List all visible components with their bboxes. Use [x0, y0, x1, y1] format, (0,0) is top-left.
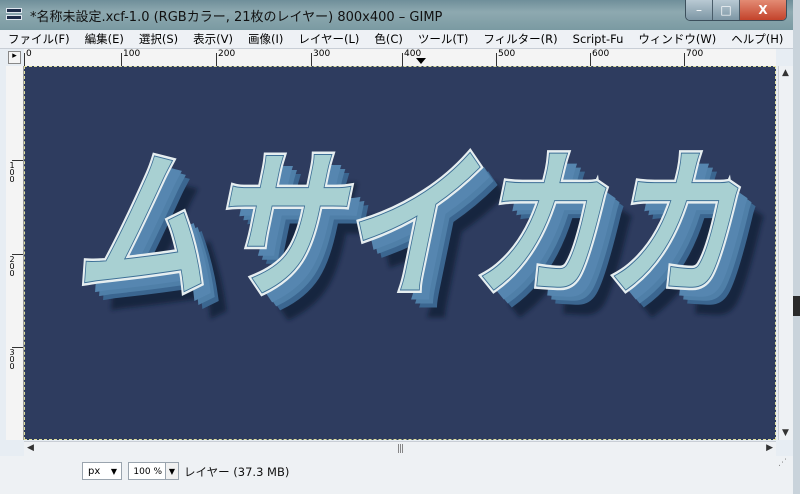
menu-windows[interactable]: ウィンドウ(W) [630, 31, 723, 47]
menu-colors[interactable]: 色(C) [366, 31, 410, 47]
menu-select[interactable]: 選択(S) [131, 31, 185, 47]
quick-mask-toggle[interactable]: ▸ [8, 51, 21, 64]
unit-value: px [88, 466, 101, 477]
ruler-tick [402, 53, 403, 66]
ruler-label: 200 [218, 49, 236, 59]
canvas-artwork: ムサイカカ ムサイカカ ムサイカカ ムサイカカ ムサイカカ ムサイカカ [72, 130, 757, 339]
menu-tools[interactable]: ツール(T) [410, 31, 476, 47]
menu-view[interactable]: 表示(V) [185, 31, 240, 47]
ruler-label: 100 [123, 49, 141, 59]
vertical-scrollbar[interactable]: ▲ ▼ [778, 66, 794, 440]
menu-script-fu[interactable]: Script-Fu [565, 32, 631, 46]
ruler-label: 200 [9, 255, 15, 278]
scroll-up-arrow-icon[interactable]: ▲ [782, 68, 789, 78]
ruler-label: 500 [498, 49, 516, 59]
menu-filters[interactable]: フィルター(R) [475, 31, 564, 47]
desktop-edge [793, 0, 800, 494]
menu-image[interactable]: 画像(I) [240, 31, 290, 47]
menu-edit[interactable]: 編集(E) [77, 31, 131, 47]
menu-layer[interactable]: レイヤー(L) [290, 31, 366, 47]
scroll-down-arrow-icon[interactable]: ▼ [782, 428, 789, 438]
title-bar[interactable]: *名称未設定.xcf-1.0 (RGBカラー, 21枚のレイヤー) 800x40… [0, 0, 793, 30]
ruler-tick [216, 53, 217, 66]
window-controls: – □ X [685, 0, 787, 21]
ruler-tick [684, 53, 685, 66]
artwork-text: ムサイカカ [75, 133, 738, 320]
chevron-down-icon: ▼ [110, 467, 117, 476]
image-canvas[interactable]: ムサイカカ ムサイカカ ムサイカカ ムサイカカ ムサイカカ ムサイカカ [24, 66, 776, 440]
ruler-label: 100 [9, 161, 15, 184]
unit-selector[interactable]: px ▼ [82, 462, 122, 480]
window-title: *名称未設定.xcf-1.0 (RGBカラー, 21枚のレイヤー) 800x40… [30, 10, 443, 25]
ruler-label: 700 [686, 49, 704, 59]
ruler-label: 300 [313, 49, 331, 59]
ruler-tick [121, 53, 122, 66]
maximize-button[interactable]: □ [713, 0, 740, 20]
menu-bar: ファイル(F) 編集(E) 選択(S) 表示(V) 画像(I) レイヤー(L) … [0, 30, 793, 49]
status-layer-info: レイヤー (37.3 MB) [184, 465, 290, 479]
ruler-tick [311, 53, 312, 66]
desktop-edge-mark [793, 296, 800, 316]
menu-file[interactable]: ファイル(F) [0, 31, 77, 47]
close-button[interactable]: X [740, 0, 786, 20]
vertical-ruler[interactable]: 100 200 300 [6, 66, 24, 440]
horizontal-ruler[interactable]: 0 100 200 300 400 500 600 700 [24, 49, 776, 67]
ruler-label: 0 [26, 49, 32, 59]
ruler-tick [24, 53, 25, 66]
gimp-image-window: *名称未設定.xcf-1.0 (RGBカラー, 21枚のレイヤー) 800x40… [0, 0, 794, 494]
horizontal-scrollbar[interactable]: ◀ ||| ▶ [24, 441, 776, 456]
minimize-button[interactable]: – [686, 0, 713, 20]
scroll-left-arrow-icon[interactable]: ◀ [27, 443, 34, 453]
menu-help[interactable]: ヘルプ(H) [723, 31, 790, 47]
scroll-right-arrow-icon[interactable]: ▶ [766, 443, 773, 453]
scroll-thumb-grip[interactable]: ||| [397, 444, 404, 454]
ruler-tick [590, 53, 591, 66]
navigate-icon[interactable]: ⋰ [778, 458, 792, 472]
ruler-label: 600 [592, 49, 610, 59]
zoom-dropdown-button[interactable]: ▼ [166, 462, 179, 480]
zoom-input[interactable]: 100 % [128, 462, 166, 480]
ruler-tick [496, 53, 497, 66]
pointer-position-marker [416, 58, 426, 64]
gimp-image-icon[interactable] [6, 8, 22, 22]
ruler-label: 300 [9, 348, 15, 371]
